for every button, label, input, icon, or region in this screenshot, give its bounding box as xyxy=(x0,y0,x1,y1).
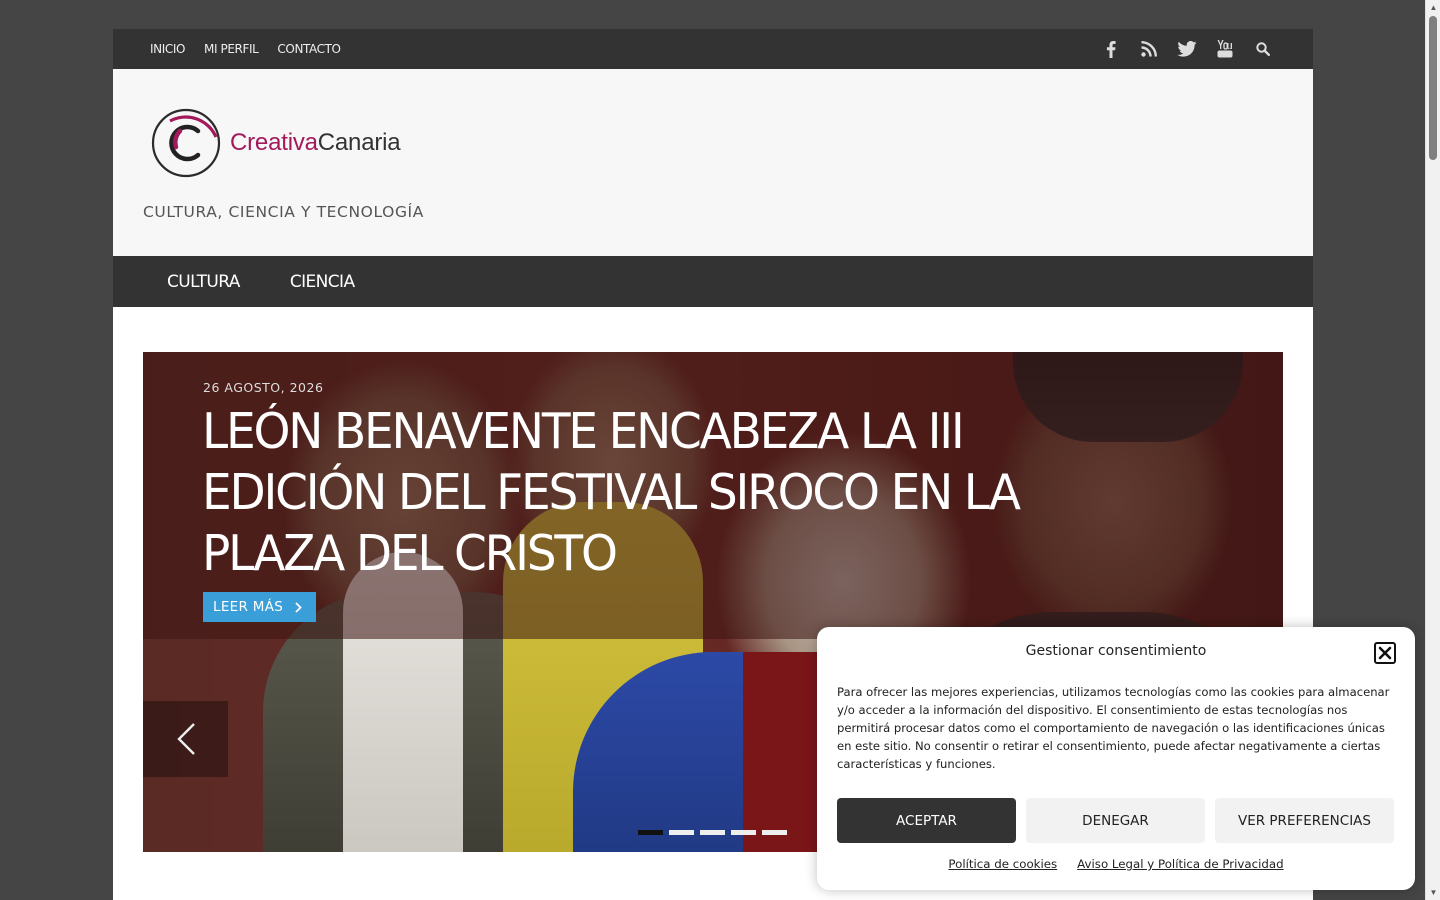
nav-cultura[interactable]: CULTURA xyxy=(167,272,240,292)
nav-inicio[interactable]: INICIO xyxy=(150,42,185,56)
logo-wordmark: CreativaCanaria xyxy=(230,129,401,156)
site-header: CreativaCanaria CULTURA, CIENCIA Y TECNO… xyxy=(113,69,1313,256)
scroll-up-icon[interactable]: ▲ xyxy=(1426,0,1440,15)
nav-contacto[interactable]: CONTACTO xyxy=(277,42,341,56)
nav-ciencia[interactable]: CIENCIA xyxy=(290,272,355,292)
cookie-policy-link[interactable]: Política de cookies xyxy=(948,857,1057,871)
deny-button[interactable]: DENEGAR xyxy=(1026,798,1205,843)
preferences-button[interactable]: VER PREFERENCIAS xyxy=(1215,798,1394,843)
cookie-dialog-body: Para ofrecer las mejores experiencias, u… xyxy=(837,685,1390,771)
main-nav: CULTURA CIENCIA xyxy=(113,256,1313,307)
nav-mi-perfil[interactable]: MI PERFIL xyxy=(204,42,259,56)
facebook-icon[interactable] xyxy=(1101,39,1121,59)
twitter-icon[interactable] xyxy=(1177,39,1197,59)
site-tagline: CULTURA, CIENCIA Y TECNOLOGÍA xyxy=(143,203,424,221)
scrollbar-thumb[interactable] xyxy=(1429,16,1437,160)
top-nav: INICIO MI PERFIL CONTACTO xyxy=(150,29,360,69)
scroll-down-icon[interactable]: ▼ xyxy=(1426,885,1440,900)
site-logo[interactable]: CreativaCanaria xyxy=(150,107,401,179)
cookie-links: Política de cookies Aviso Legal y Políti… xyxy=(817,857,1415,871)
cookie-dialog-title: Gestionar consentimiento xyxy=(1025,643,1207,659)
search-icon[interactable] xyxy=(1253,39,1273,59)
youtube-icon[interactable] xyxy=(1215,39,1235,59)
cookie-buttons: ACEPTAR DENEGAR VER PREFERENCIAS xyxy=(837,798,1394,843)
legal-notice-link[interactable]: Aviso Legal y Política de Privacidad xyxy=(1077,857,1283,871)
cookie-consent-dialog: Gestionar consentimiento Para ofrecer la… xyxy=(817,627,1415,890)
social-icons xyxy=(1083,29,1273,69)
top-bar: INICIO MI PERFIL CONTACTO xyxy=(113,29,1313,69)
logo-mark-icon xyxy=(151,108,221,178)
rss-icon[interactable] xyxy=(1139,39,1159,59)
accept-button[interactable]: ACEPTAR xyxy=(837,798,1016,843)
close-icon[interactable] xyxy=(1374,642,1396,664)
page-scrollbar[interactable]: ▲ ▼ xyxy=(1425,0,1440,900)
